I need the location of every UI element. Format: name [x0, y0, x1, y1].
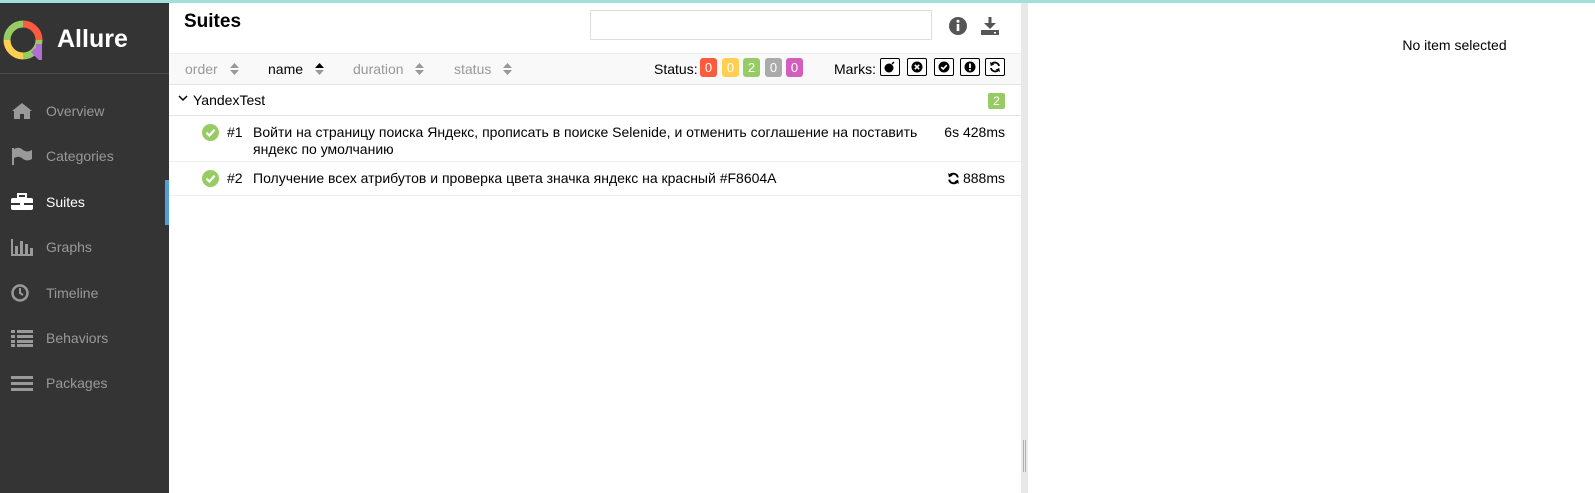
sidebar: Allure Overview Categories Suites Graphs…	[0, 3, 169, 493]
test-name: Получение всех атрибутов и проверка цвет…	[253, 170, 777, 186]
exclamation-circle-icon	[964, 61, 976, 73]
bomb-icon	[884, 61, 895, 73]
sort-toolbar: order name duration status Status: 0 0 2…	[169, 53, 1021, 85]
sort-by-duration[interactable]: duration	[353, 61, 425, 77]
sort-by-name[interactable]: name	[268, 61, 324, 77]
suite-group-name: YandexTest	[193, 92, 266, 108]
pane-splitter[interactable]	[1021, 3, 1028, 493]
brand-name: Allure	[57, 25, 128, 53]
sort-arrows-icon	[415, 63, 425, 75]
status-badge-passed[interactable]: 2	[743, 58, 760, 77]
detail-pane: No item selected	[1028, 3, 1595, 493]
status-badge-failed[interactable]: 0	[700, 58, 717, 77]
times-circle-icon	[911, 61, 923, 73]
home-icon	[12, 103, 32, 119]
sort-ascending-icon	[314, 63, 324, 75]
test-duration: 888ms	[962, 170, 1005, 186]
sidebar-item-label: Categories	[46, 148, 114, 164]
suites-pane: Suites order name duration status Status…	[169, 3, 1021, 493]
page-title: Suites	[184, 11, 242, 32]
check-circle-icon	[202, 170, 219, 187]
sidebar-item-label: Behaviors	[46, 330, 109, 346]
drag-handle-icon	[1023, 440, 1026, 472]
clock-icon	[11, 284, 29, 302]
check-circle-icon	[202, 124, 219, 141]
empty-state-text: No item selected	[1402, 37, 1507, 53]
retry-icon	[948, 172, 959, 185]
search-input[interactable]	[590, 10, 932, 40]
sidebar-item-label: Graphs	[46, 239, 92, 255]
test-duration-cell: 888ms	[947, 170, 1005, 186]
refresh-icon	[990, 61, 1000, 73]
bar-chart-icon	[11, 239, 33, 256]
test-row[interactable]: #2 Получение всех атрибутов и проверка ц…	[169, 162, 1021, 196]
sidebar-item-graphs[interactable]: Graphs	[0, 225, 169, 270]
mark-new-passed-button[interactable]	[934, 58, 954, 76]
test-duration: 6s 428ms	[944, 124, 1005, 140]
sort-arrows-icon	[503, 63, 513, 75]
sort-by-order[interactable]: order	[185, 61, 239, 77]
suite-passed-count-badge: 2	[988, 93, 1005, 109]
flag-icon	[12, 147, 32, 165]
sidebar-item-packages[interactable]: Packages	[0, 361, 169, 406]
status-badge-skipped[interactable]: 0	[765, 58, 782, 77]
test-name: Войти на страницу поиска Яндекс, прописа…	[253, 124, 918, 157]
chevron-down-icon	[178, 95, 188, 102]
sidebar-item-label: Suites	[46, 194, 85, 210]
mark-retries-button[interactable]	[985, 58, 1005, 76]
mark-new-failed-button[interactable]	[907, 58, 927, 76]
sidebar-item-categories[interactable]: Categories	[0, 134, 169, 179]
status-filter-label: Status:	[654, 61, 698, 77]
sidebar-item-label: Overview	[46, 103, 105, 119]
sort-label: duration	[353, 61, 404, 77]
sidebar-item-overview[interactable]: Overview	[0, 89, 169, 134]
check-circle-icon	[938, 61, 950, 73]
mark-new-broken-button[interactable]	[960, 58, 980, 76]
sort-by-status[interactable]: status	[454, 61, 513, 77]
sidebar-item-behaviors[interactable]: Behaviors	[0, 316, 169, 361]
list-icon	[11, 330, 33, 347]
sort-label: name	[268, 61, 304, 77]
sidebar-item-timeline[interactable]: Timeline	[0, 271, 169, 316]
briefcase-icon	[11, 193, 33, 210]
sort-label: order	[185, 61, 218, 77]
sort-label: status	[454, 61, 492, 77]
lines-icon	[11, 376, 33, 391]
test-number: #2	[227, 170, 243, 186]
test-row[interactable]: #1 Войти на страницу поиска Яндекс, проп…	[169, 116, 1021, 162]
marks-label: Marks:	[834, 61, 876, 77]
sidebar-item-label: Packages	[46, 375, 108, 391]
test-number: #1	[227, 124, 243, 140]
brand[interactable]: Allure	[0, 3, 169, 74]
info-icon[interactable]	[947, 15, 969, 37]
sidebar-item-label: Timeline	[46, 285, 99, 301]
suite-group-row[interactable]: YandexTest 2	[169, 85, 1021, 116]
status-badge-broken[interactable]: 0	[722, 58, 739, 77]
download-icon[interactable]	[979, 15, 1001, 37]
sidebar-item-suites[interactable]: Suites	[0, 180, 169, 225]
allure-logo-icon	[3, 20, 43, 60]
mark-flaky-button[interactable]	[880, 58, 900, 76]
sort-arrows-icon	[229, 63, 239, 75]
status-badge-unknown[interactable]: 0	[786, 58, 803, 77]
